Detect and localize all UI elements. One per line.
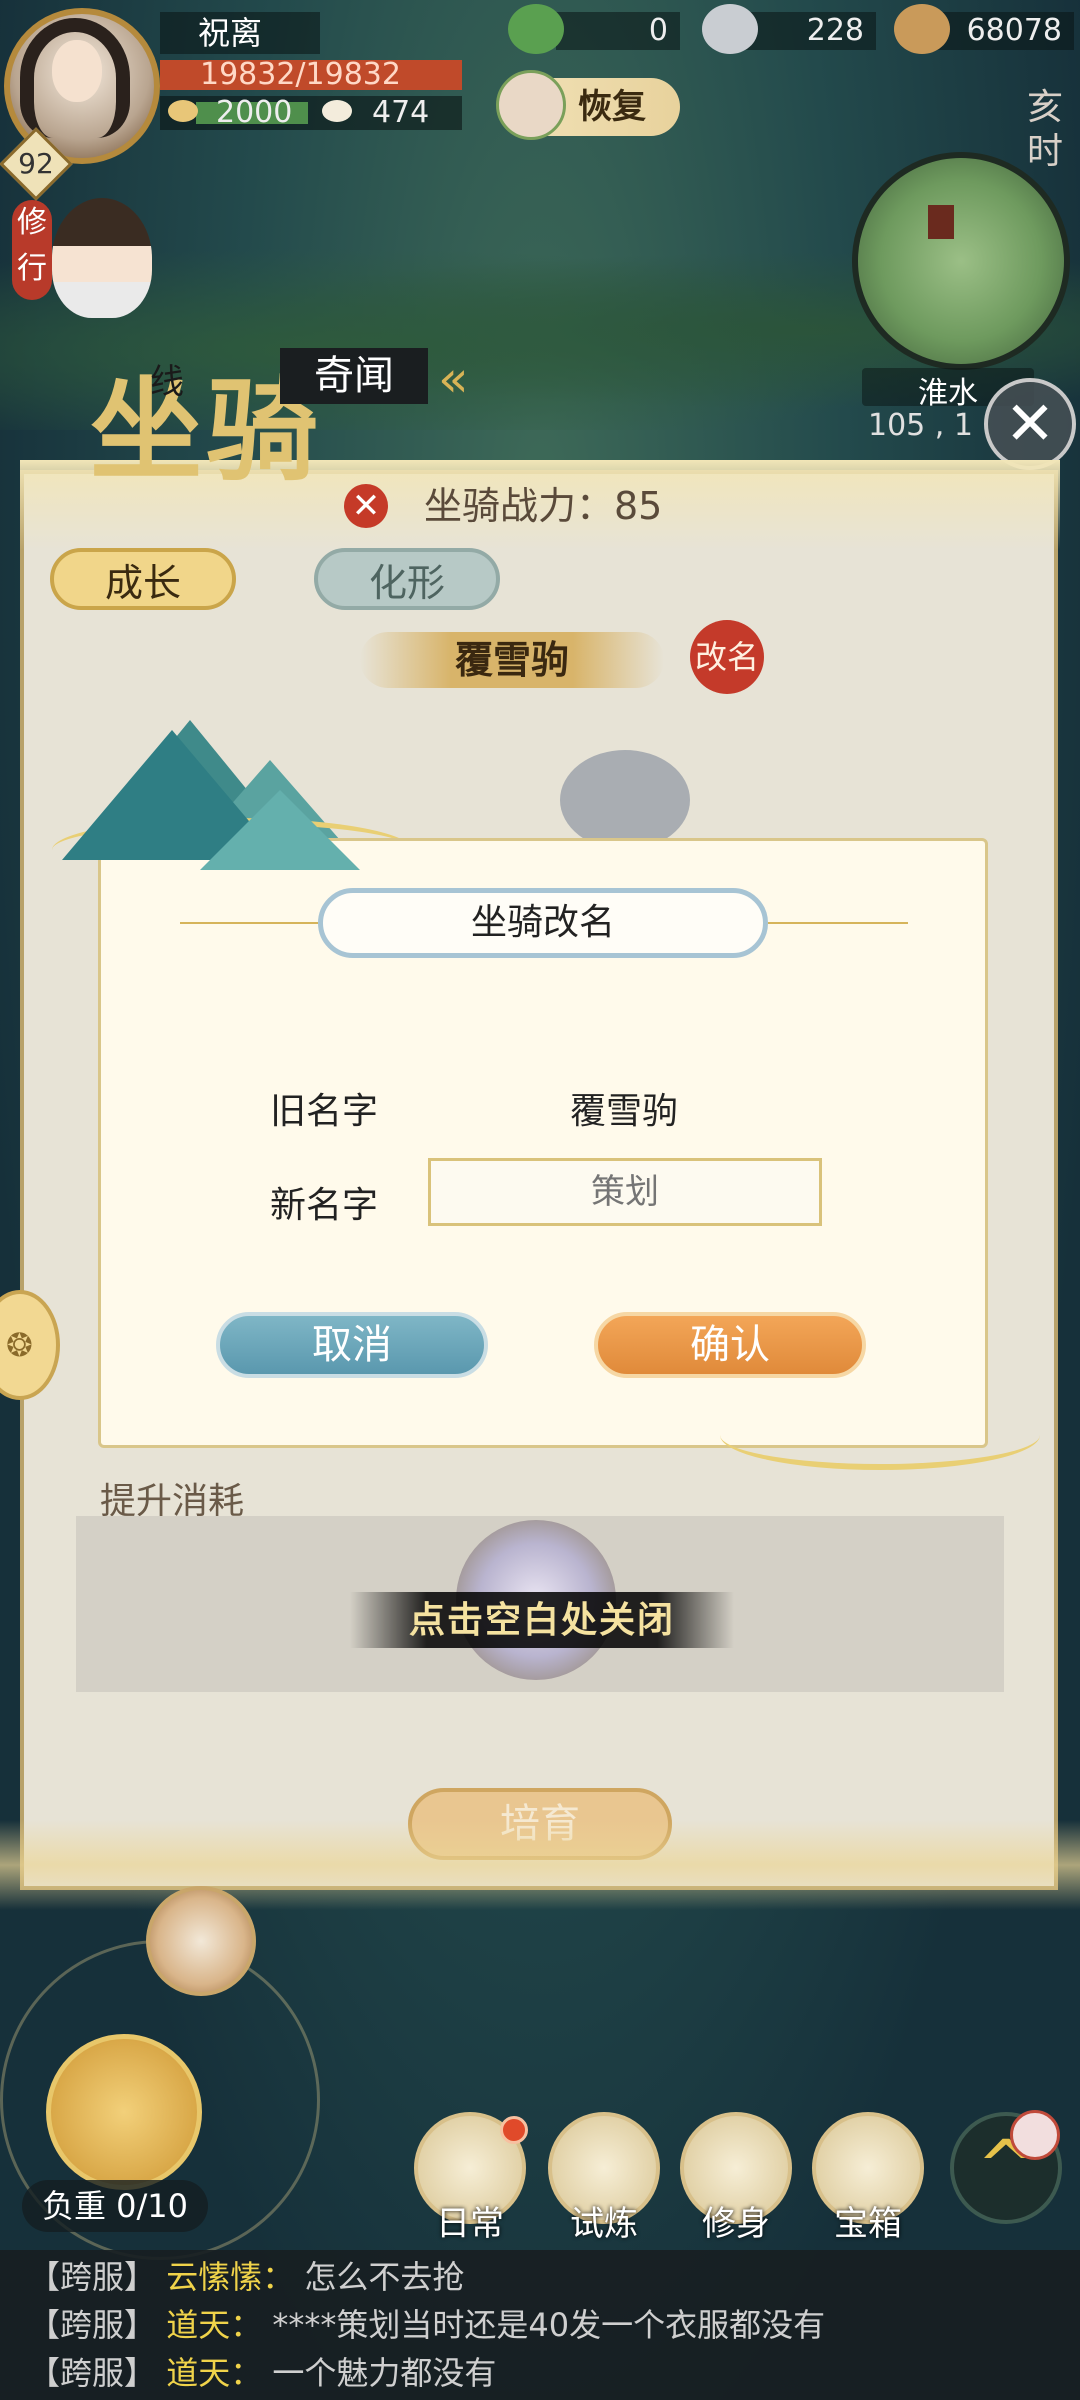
close-tip[interactable]: 点击空白处关闭 [350, 1592, 734, 1648]
chat-sender[interactable]: 道天： [166, 2354, 262, 2392]
old-name-value: 覆雪驹 [570, 1091, 679, 1132]
power-icon: ✕ [344, 484, 388, 528]
notification-dot [500, 2116, 528, 2144]
cancel-button[interactable]: 取消 [216, 1312, 488, 1378]
chevron-left-icon[interactable]: « [438, 350, 469, 408]
silver-ingot-icon [702, 4, 758, 54]
player-level: 92 [18, 147, 54, 180]
treasure-chest-label: 宝箱 [834, 2204, 902, 2244]
chat-bubble-icon: ❂ [6, 1326, 33, 1364]
minimap[interactable] [852, 152, 1070, 370]
copper-coin-icon [894, 4, 950, 54]
chat-sender[interactable]: 云愫愫： [166, 2258, 294, 2296]
gourd-icon [496, 70, 566, 140]
rename-button[interactable]: 改名 [690, 620, 764, 694]
bowl-icon [168, 100, 198, 122]
chat-line: 【跨服】 云愫愫： 怎么不去抢 [28, 2254, 1068, 2300]
tab-transform[interactable]: 化形 [314, 548, 500, 610]
title-divider-right [768, 922, 908, 924]
gold-cloud-decoration [0, 1820, 1080, 1910]
mount-figure [560, 750, 690, 850]
chat-channel: 【跨服】 [28, 2258, 157, 2296]
title-divider-left [180, 922, 318, 924]
old-name-label: 旧名字 [270, 1091, 379, 1132]
hp-bar: 19832/19832 [160, 60, 462, 90]
location-coords: 105 , 1 [868, 408, 973, 443]
map-marker-icon [928, 205, 954, 239]
load-capacity: 负重 0/10 [22, 2180, 208, 2232]
bun-icon [322, 100, 352, 122]
chat-message: ****策划当时还是40发一个衣服都没有 [272, 2306, 826, 2344]
cultivate-label: 修身 [702, 2204, 770, 2244]
chat-message: 一个魅力都没有 [272, 2354, 497, 2392]
mount-name: 覆雪驹 [360, 632, 664, 688]
cultivation-tag[interactable]: 修行 [12, 200, 52, 300]
route-text: 线 [150, 362, 184, 402]
dialog-mountain-decoration-small [200, 790, 360, 870]
tab-wonders[interactable]: 奇闻 [280, 348, 428, 404]
confirm-button[interactable]: 确认 [594, 1312, 866, 1378]
chat-message: 怎么不去抢 [304, 2258, 465, 2296]
mail-icon[interactable] [1010, 2110, 1060, 2160]
avatar-face [52, 40, 102, 102]
jade-leaf-icon [508, 4, 564, 54]
phoenix-icon[interactable] [146, 1886, 256, 1996]
currency-copper[interactable]: 68078 [930, 12, 1074, 50]
tab-growth[interactable]: 成长 [50, 548, 236, 610]
currency-jade[interactable]: 0 [556, 12, 680, 50]
daily-label: 日常 [436, 2204, 504, 2244]
time-label: 亥时 [1026, 87, 1063, 172]
chat-line: 【跨服】 道天： 一个魅力都没有 [28, 2350, 1068, 2396]
gold-swirl-bottom [720, 1400, 1040, 1470]
chibi-character[interactable] [52, 198, 152, 318]
stat-2-value: 474 [372, 95, 430, 130]
new-name-input[interactable] [428, 1158, 822, 1226]
mount-power: 坐骑战力：85 [424, 484, 663, 528]
stat-1-value: 2000 [216, 95, 293, 130]
trial-label: 试炼 [570, 2204, 638, 2244]
player-name: 祝离 [160, 12, 320, 54]
chat-line: 【跨服】 道天： ****策划当时还是40发一个衣服都没有 [28, 2302, 1068, 2348]
chat-channel: 【跨服】 [28, 2306, 157, 2344]
cart-icon[interactable] [46, 2034, 202, 2190]
chat-channel: 【跨服】 [28, 2354, 157, 2392]
dialog-title: 坐骑改名 [318, 888, 768, 958]
chat-sender[interactable]: 道天： [166, 2306, 262, 2344]
new-name-label: 新名字 [270, 1185, 379, 1226]
close-icon[interactable]: ✕ [984, 378, 1076, 470]
